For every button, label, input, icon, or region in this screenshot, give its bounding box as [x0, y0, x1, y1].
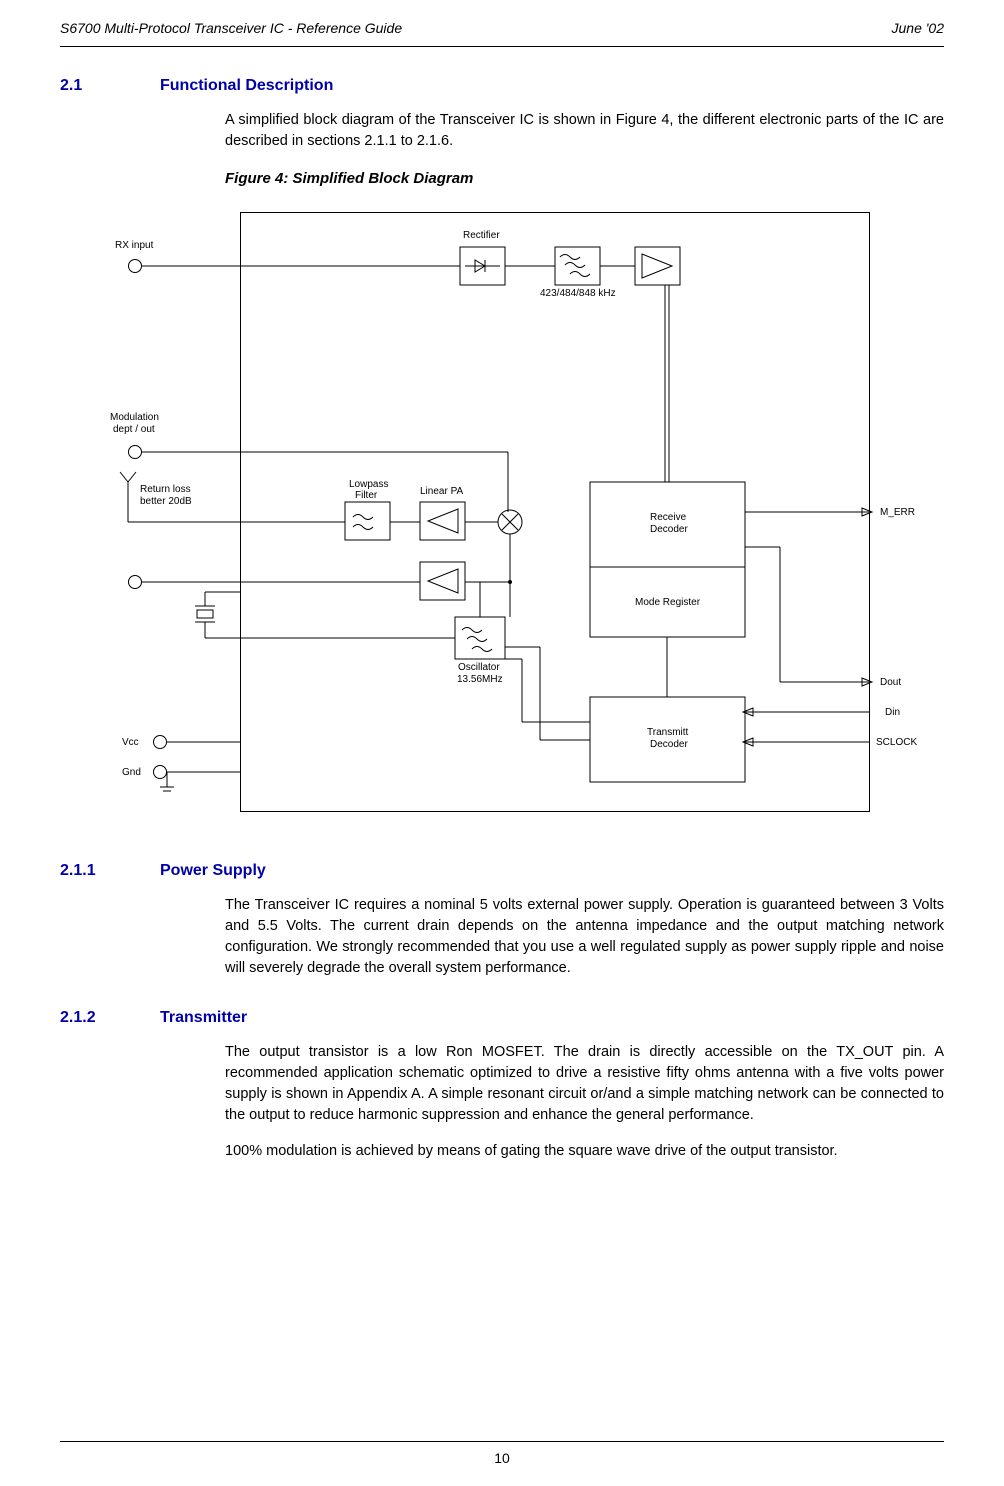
section-number: 2.1: [60, 77, 160, 95]
linear-pa-label: Linear PA: [420, 486, 463, 497]
rx-input-label: RX input: [115, 240, 153, 251]
gnd-pin: [153, 765, 167, 779]
rx-input-pin: [128, 259, 142, 273]
gnd-label: Gnd: [122, 767, 141, 778]
section-number: 2.1.1: [60, 862, 160, 880]
dout-label: Dout: [880, 677, 901, 688]
figure-caption: Figure 4: Simplified Block Diagram: [225, 170, 944, 187]
mode-register-label: Mode Register: [635, 597, 700, 608]
vcc-label: Vcc: [122, 737, 139, 748]
section-2-1-2: 2.1.2 Transmitter: [60, 1009, 944, 1027]
modulation-label-2: dept / out: [113, 424, 155, 435]
modulation-label-1: Modulation: [110, 412, 159, 423]
paragraph: A simplified block diagram of the Transc…: [225, 110, 944, 152]
oscillator-label-2: 13.56MHz: [457, 674, 503, 685]
receive-label-1: Receive: [650, 512, 686, 523]
m-err-label: M_ERR: [880, 507, 915, 518]
din-label: Din: [885, 707, 900, 718]
lowpass-label-1: Lowpass: [349, 479, 388, 490]
section-number: 2.1.2: [60, 1009, 160, 1027]
modulation-pin: [128, 445, 142, 459]
section-title: Transmitter: [160, 1009, 247, 1027]
rectifier-label: Rectifier: [463, 230, 500, 241]
transmit-label-2: Decoder: [650, 739, 688, 750]
oscillator-label-1: Oscillator: [458, 662, 500, 673]
lowpass-label-2: Filter: [355, 490, 377, 501]
transmit-label-1: Transmitt: [647, 727, 688, 738]
freq-label: 423/484/848 kHz: [540, 288, 616, 299]
diagram-svg: [60, 202, 940, 832]
page-header: S6700 Multi-Protocol Transceiver IC - Re…: [60, 0, 944, 47]
section-title: Functional Description: [160, 77, 333, 95]
section-2-1-1: 2.1.1 Power Supply: [60, 862, 944, 880]
vcc-pin: [153, 735, 167, 749]
block-diagram: RX input Rectifier 423/484/848 kHz Modul…: [60, 202, 940, 832]
paragraph: The output transistor is a low Ron MOSFE…: [225, 1042, 944, 1126]
paragraph: The Transceiver IC requires a nominal 5 …: [225, 895, 944, 979]
header-left: S6700 Multi-Protocol Transceiver IC - Re…: [60, 20, 402, 36]
section-2-1: 2.1 Functional Description: [60, 77, 944, 95]
return-loss-label-1: Return loss: [140, 484, 191, 495]
sclock-label: SCLOCK: [876, 737, 917, 748]
header-right: June '02: [892, 20, 945, 36]
section-title: Power Supply: [160, 862, 266, 880]
tx-out-pin: [128, 575, 142, 589]
receive-label-2: Decoder: [650, 524, 688, 535]
return-loss-label-2: better 20dB: [140, 496, 192, 507]
page-footer: 10: [60, 1441, 944, 1466]
paragraph: 100% modulation is achieved by means of …: [225, 1141, 944, 1162]
page-number: 10: [494, 1450, 510, 1466]
